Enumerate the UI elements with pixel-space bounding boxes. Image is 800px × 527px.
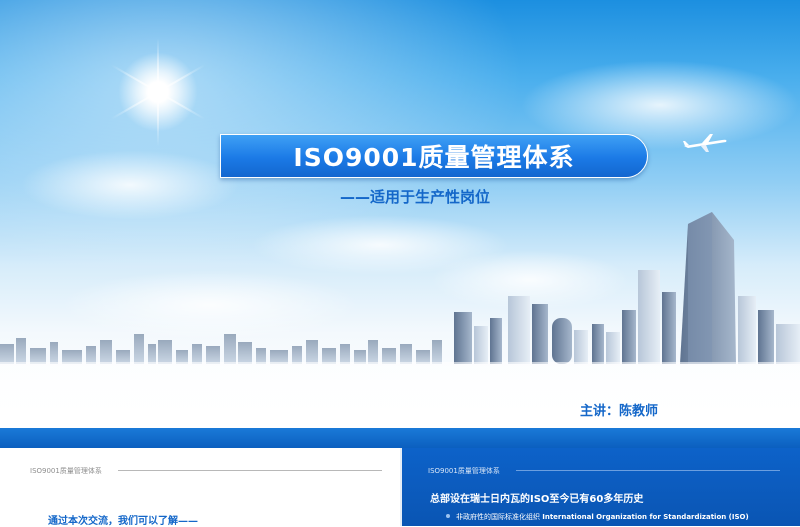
slide-heading: 通过本次交流，我们可以了解—— [48,516,198,527]
slide-tag: ISO9001质量管理体系 [30,467,102,475]
slide-tag: ISO9001质量管理体系 [428,467,500,475]
blue-band [0,428,800,448]
city-skyline [0,212,800,364]
bullet-text: 非政府性的国际标准化组织 International Organization … [456,512,749,522]
airplane-icon [683,134,727,152]
bullet-text-en: International Organization for Standardi… [542,513,749,521]
cover-slide: ISO9001质量管理体系 ——适用于生产性岗位 主讲：陈教师 [0,0,800,428]
presenter-label: 主讲：陈教师 [580,404,659,419]
water-reflection [0,362,800,428]
bullet-dot-icon [446,514,450,518]
divider-line [516,470,780,471]
bullet-text-cn: 非政府性的国际标准化组织 [456,513,540,521]
page-title: ISO9001质量管理体系 [293,143,575,172]
divider-line [118,470,382,471]
slide-heading: 总部设在瑞士日内瓦的ISO至今已有60多年历史 [430,494,644,505]
title-banner: ISO9001质量管理体系 [220,134,648,178]
